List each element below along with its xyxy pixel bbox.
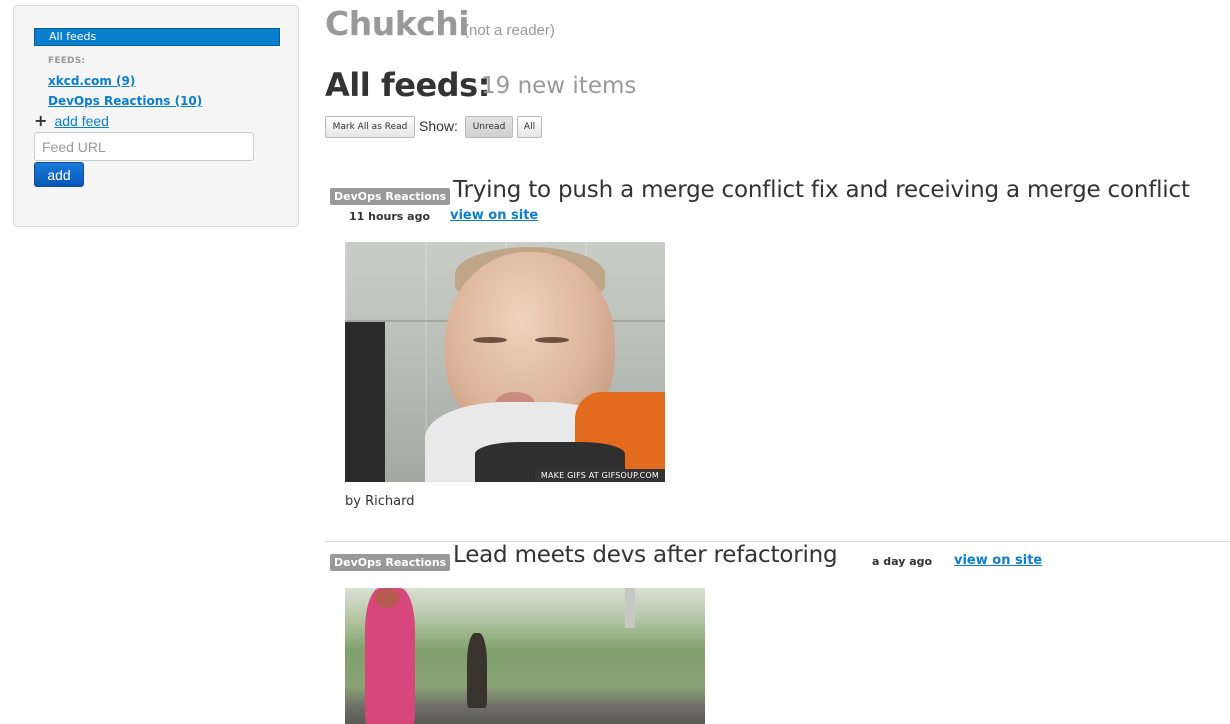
add-feed-link[interactable]: add feed — [54, 113, 109, 129]
entry-time: a day ago — [872, 555, 933, 568]
feed-badge: DevOps Reactions — [330, 188, 451, 205]
main-content: Chukchi (not a reader) All feeds: 19 new… — [325, 0, 1230, 724]
view-on-site-link[interactable]: view on site — [954, 553, 1042, 568]
image-watermark: MAKE GIFS AT GIFSOUP.COM — [534, 469, 665, 482]
add-button[interactable]: add — [34, 162, 84, 187]
app-tagline: (not a reader) — [464, 22, 555, 39]
feed-link-devops-reactions[interactable]: DevOps Reactions (10) — [48, 94, 202, 108]
filter-all-button[interactable]: All — [517, 116, 542, 138]
page-title: All feeds: — [325, 66, 490, 104]
feed-link-xkcd[interactable]: xkcd.com (9) — [48, 74, 135, 88]
entry-time: 11 hours ago — [349, 210, 431, 223]
sidebar: All feeds FEEDS: xkcd.com (9) DevOps Rea… — [13, 5, 299, 227]
plus-icon: + — [34, 111, 48, 130]
entry-title[interactable]: Trying to push a merge conflict fix and … — [453, 177, 1190, 203]
feed-url-input[interactable] — [34, 132, 254, 161]
feeds-heading: FEEDS: — [48, 56, 86, 66]
feed-badge: DevOps Reactions — [330, 554, 451, 571]
entry-title[interactable]: Lead meets devs after refactoring — [453, 542, 838, 568]
view-on-site-link[interactable]: view on site — [450, 208, 538, 223]
new-items-count: 19 new items — [481, 73, 637, 99]
app-title: Chukchi — [325, 4, 470, 43]
all-feeds-item[interactable]: All feeds — [34, 28, 280, 46]
feed-entry: DevOps Reactions Trying to push a merge … — [325, 172, 1230, 532]
entry-image — [345, 588, 705, 724]
filter-unread-button[interactable]: Unread — [465, 116, 513, 138]
feed-entry: DevOps Reactions Lead meets devs after r… — [325, 541, 1230, 724]
entry-byline: by Richard — [345, 494, 415, 509]
mark-all-read-button[interactable]: Mark All as Read — [325, 116, 415, 138]
add-feed-row: + add feed — [34, 113, 109, 130]
entry-image: MAKE GIFS AT GIFSOUP.COM — [345, 242, 665, 482]
show-label: Show: — [419, 118, 458, 134]
